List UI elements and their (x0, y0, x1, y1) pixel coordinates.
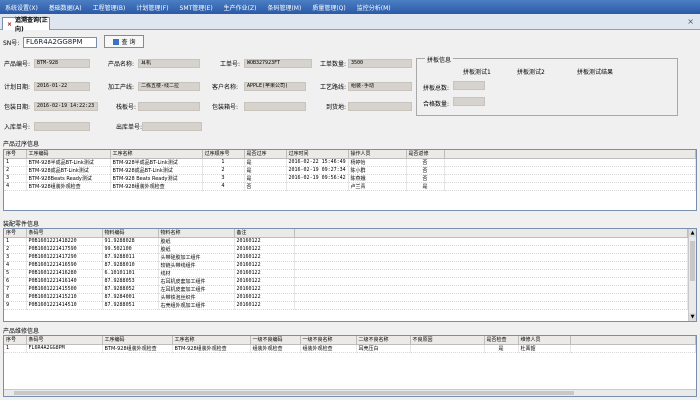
field-process-line: 加工产线: 二栋五楼-线二拉 (108, 82, 200, 91)
table-row[interactable]: 2 BTM-928成品BT-Link测试 BTM-928成品BT-Link测试 … (4, 166, 696, 175)
scroll-thumb[interactable] (690, 241, 695, 281)
material-vertical-scrollbar[interactable]: ▲ ▼ (688, 229, 696, 321)
table-row[interactable]: 3 BTM-928Beats Ready测试 BTM-928 Beats Rea… (4, 174, 696, 183)
menu-smt[interactable]: SMT管理(E) (175, 3, 219, 12)
tab-strip: × 追溯查询(正向) × (0, 14, 700, 33)
process-route-value: 组装-手动 (348, 82, 412, 91)
split-info-title: 拼板信息 (425, 55, 454, 64)
field-plan-date: 计划日期: 2016-01-22 (4, 82, 90, 91)
query-button-label: 查 询 (121, 39, 136, 46)
tab-close-icon[interactable]: × (7, 21, 12, 28)
scroll-down-icon[interactable]: ▼ (689, 313, 696, 321)
field-carton-no: 栈板号: (116, 102, 200, 111)
menu-engineering[interactable]: 工程管理(B) (88, 3, 132, 12)
repair-horizontal-scrollbar[interactable] (4, 389, 696, 396)
product-code-value: BTM-928 (34, 59, 90, 68)
menu-bar: 系统设置(X) 基础数据(A) 工程管理(B) 计划管理(F) SMT管理(E)… (0, 0, 700, 14)
table-row[interactable]: 9 P0B1601221414510 87.9288051 右壳组外观加工组件 2016… (4, 301, 688, 310)
close-icon[interactable]: × (687, 17, 694, 26)
box-no-value (244, 102, 306, 111)
scroll-thumb[interactable] (14, 391, 574, 395)
menu-quality[interactable]: 质量管理(Q) (307, 3, 351, 12)
sn-input[interactable]: FL6R4A2GG8PM (23, 36, 97, 48)
destination-value (348, 102, 412, 111)
menu-system-settings[interactable]: 系统设置(X) (0, 3, 44, 12)
material-section-title: 装配零件信息 (3, 221, 40, 228)
field-product-name: 产品名称: 耳机 (108, 59, 200, 68)
material-table: 序号 条码号 物料编码 物料名称 备注 1 P0B1601221418220 91.… (4, 229, 688, 310)
split-total-value (453, 81, 485, 90)
split-pass-label: 合格数量: (423, 101, 450, 108)
table-row[interactable]: 1 FL6R4A2GG8PM BTM-928组装外观检查 BTM-928组装外观… (4, 344, 696, 353)
work-order-qty-value: 3500 (348, 59, 412, 68)
menu-monitor[interactable]: 监控分析(M) (352, 3, 397, 12)
menu-production[interactable]: 生产作业(Z) (219, 3, 263, 12)
process-table: 序号 工序编码 工序名称 过序顺序号 是否过序 过序时间 操作人员 是否返修 1… (4, 150, 696, 191)
customer-name-value: APPLE(苹果公司) (244, 82, 306, 91)
split-col3-label: 拼板测试结果 (577, 69, 614, 76)
split-pass-value (453, 97, 485, 106)
search-icon (112, 38, 119, 45)
table-row[interactable]: 6 P0B1601221416140 87.9288053 右耳机皮套加工组件 2016… (4, 277, 688, 286)
split-info-group: 拼板信息 拼板测试1 拼板测试2 拼板测试结果 拼板总数: 合格数量: (416, 55, 678, 116)
stock-in-no-value (34, 122, 90, 131)
repair-section-title: 产品维修信息 (3, 328, 40, 335)
process-line-value: 二栋五楼-线二拉 (138, 82, 200, 91)
field-customer-name: 客户名称: APPLE(苹果公司) (212, 82, 306, 91)
scroll-up-icon[interactable]: ▲ (689, 229, 696, 237)
work-order-no-value: WOB327923FT (244, 59, 312, 68)
menu-barcode[interactable]: 条码管理(M) (262, 3, 307, 12)
repair-table: 序号 条码号 工序编码 工序名称 一级不良编码 一级不良名称 二级不良名称 不良… (4, 336, 696, 353)
sn-label: SN号: (3, 39, 20, 47)
process-section-title: 产品过序信息 (3, 141, 40, 148)
sn-row: SN号: FL6R4A2GG8PM (3, 36, 97, 48)
tab-label: 追溯查询(正向) (15, 17, 48, 33)
repair-grid[interactable]: 序号 条码号 工序编码 工序名称 一级不良编码 一级不良名称 二级不良名称 不良… (3, 335, 697, 397)
material-header-row: 序号 条码号 物料编码 物料名称 备注 (4, 229, 688, 238)
field-box-no: 包装箱号: (212, 102, 306, 111)
table-row[interactable]: 7 P0B1601221415500 87.9288052 左耳机皮套加工组件 2016… (4, 285, 688, 294)
query-button[interactable]: 查 询 (104, 35, 144, 48)
menu-basic-data[interactable]: 基础数据(A) (44, 3, 88, 12)
tab-trace-query[interactable]: × 追溯查询(正向) (2, 17, 50, 33)
field-stock-out-no: 出库单号: (116, 122, 202, 131)
split-col1-label: 拼板测试1 (463, 69, 491, 76)
field-pack-date: 包装日期: 2016-02-19 14:22:23 (4, 102, 98, 111)
field-work-order-no: 工单号: WOB327923FT (220, 59, 312, 68)
field-work-order-qty: 工单数量: 3500 (320, 59, 412, 68)
plan-date-value: 2016-01-22 (34, 82, 90, 91)
product-name-value: 耳机 (138, 59, 200, 68)
table-row[interactable]: 1 BTM-928半成品BT-Link测试 BTM-928半成品BT-Link测… (4, 158, 696, 167)
table-row[interactable]: 3 P0B1601221417290 87.9288011 头带硅胶加工组件 20160… (4, 253, 688, 262)
process-grid[interactable]: 序号 工序编码 工序名称 过序顺序号 是否过序 过序时间 操作人员 是否返修 1… (3, 149, 697, 211)
carton-no-value (138, 102, 200, 111)
split-col2-label: 拼板测试2 (517, 69, 545, 76)
material-grid[interactable]: 序号 条码号 物料编码 物料名称 备注 1 P0B1601221418220 91.… (3, 228, 697, 322)
table-row[interactable]: 5 P0B1601221416280 6.10101101 线材 20160122 (4, 269, 688, 278)
field-product-code: 产品编号: BTM-928 (4, 59, 90, 68)
table-row[interactable]: 4 P0B1601221416590 87.9288010 较链头带线组件 201601… (4, 261, 688, 270)
table-row[interactable]: 4 BTM-928组装外观检查 BTM-928组装外观检查 4 否 卢兰青 是 (4, 182, 696, 191)
table-row[interactable]: 1 P0B1601221418220 91.9288028 胶纸 20160122 (4, 237, 688, 246)
stock-out-no-value (142, 122, 202, 131)
field-stock-in-no: 入库单号: (4, 122, 90, 131)
table-row[interactable]: 2 P0B1601221417590 99.502100 胶纸 20160122 (4, 245, 688, 254)
field-destination: 到货地: (326, 102, 412, 111)
table-row[interactable]: 8 P0B1601221415210 87.9284001 头带铁泡丝织件 201601… (4, 293, 688, 302)
repair-header-row: 序号 条码号 工序编码 工序名称 一级不良编码 一级不良名称 二级不良名称 不良… (4, 336, 696, 345)
field-process-route: 工艺路线: 组装-手动 (320, 82, 412, 91)
split-total-label: 拼板总数: (423, 85, 450, 92)
menu-planning[interactable]: 计划管理(F) (131, 3, 174, 12)
process-header-row: 序号 工序编码 工序名称 过序顺序号 是否过序 过序时间 操作人员 是否返修 (4, 150, 696, 159)
pack-date-value: 2016-02-19 14:22:23 (34, 102, 98, 111)
